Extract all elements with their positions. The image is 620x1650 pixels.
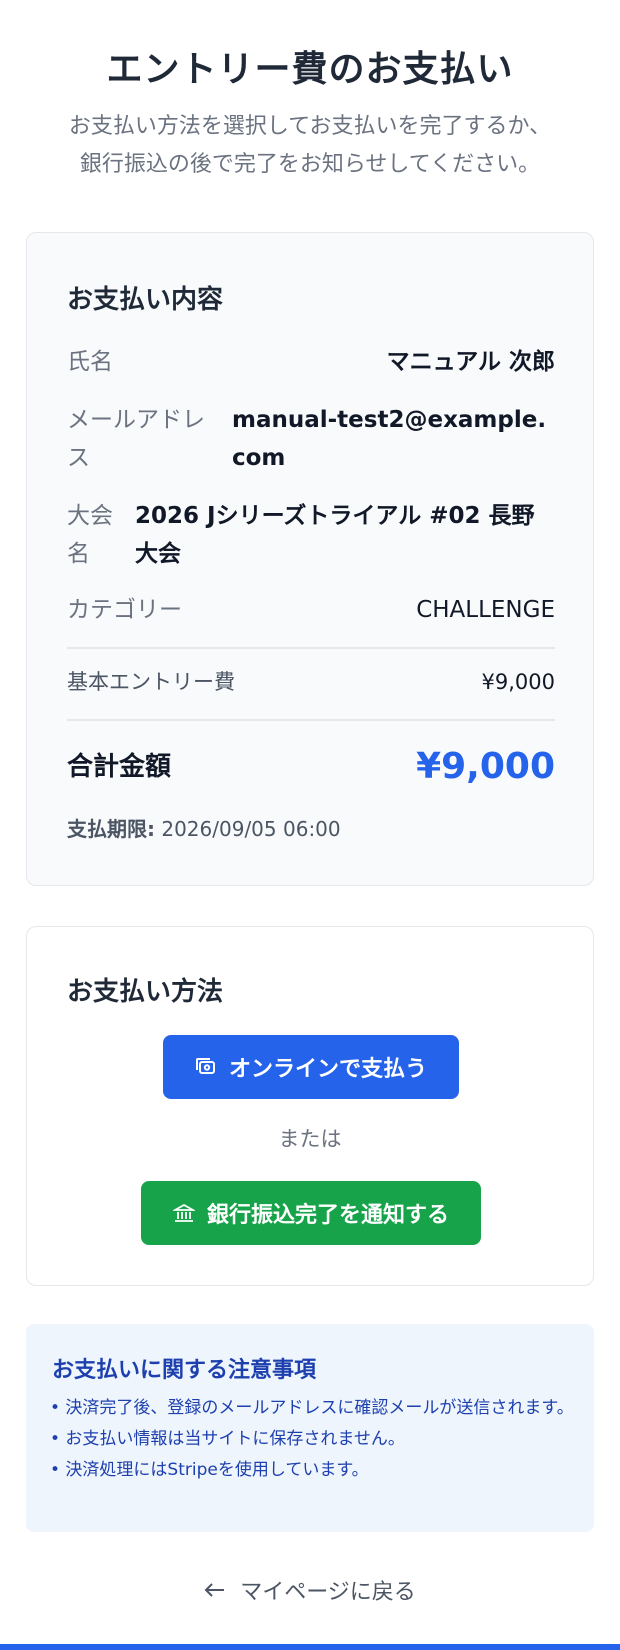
category-value: CHALLENGE: [416, 597, 555, 623]
page-title: エントリー費のお支払い: [106, 49, 514, 90]
bank-icon: [172, 1202, 195, 1224]
notice-item: • 決済処理にはStripeを使用しています。: [50, 1460, 369, 1480]
email-row: メールアドレス manual-test2@example.com: [67, 401, 555, 481]
arrow-left-icon: [204, 1582, 226, 1598]
category-row: カテゴリー CHALLENGE: [67, 591, 555, 631]
name-row: 氏名 マニュアル 次郎: [67, 343, 555, 383]
payment-method-card: お支払い方法 オンラインで支払う または 銀行振込完了を通知する: [26, 926, 594, 1286]
page-subtitle: お支払い方法を選択してお支払いを完了するか、 銀行振込の後で完了をお知らせしてく…: [20, 108, 600, 184]
name-label: 氏名: [67, 349, 113, 375]
back-link-label: マイページに戻る: [240, 1580, 416, 1605]
email-label: メールアドレス: [67, 407, 205, 471]
payment-summary-card: お支払い内容 氏名 マニュアル 次郎 メールアドレス manual-test2@…: [26, 232, 594, 886]
base-fee-row: 基本エントリー費 ¥9,000: [67, 663, 555, 703]
payment-page: エントリー費のお支払い お支払い方法を選択してお支払いを完了するか、 銀行振込の…: [0, 0, 620, 1650]
total-amount: ¥9,000: [416, 746, 555, 787]
notice-item: • 決済完了後、登録のメールアドレスに確認メールが送信されます。: [50, 1398, 574, 1418]
subtitle-line-2: 銀行振込の後で完了をお知らせしてください。: [79, 152, 541, 177]
notice-list: • 決済完了後、登録のメールアドレスに確認メールが送信されます。 • お支払い情…: [50, 1394, 580, 1487]
deadline-row: 支払期限: 2026/09/05 06:00: [67, 811, 555, 847]
base-fee-label: 基本エントリー費: [67, 670, 235, 694]
base-fee-value: ¥9,000: [481, 670, 555, 694]
deadline-label: 支払期限:: [67, 817, 155, 841]
back-to-mypage-link[interactable]: マイページに戻る: [0, 1574, 620, 1606]
payment-method-heading: お支払い方法: [67, 977, 224, 1007]
deadline-value: 2026/09/05 06:00: [161, 817, 341, 841]
email-value: manual-test2@example.com: [232, 407, 547, 471]
pay-online-button[interactable]: オンラインで支払う: [163, 1035, 459, 1099]
bank-transfer-notify-button[interactable]: 銀行振込完了を通知する: [141, 1181, 481, 1245]
category-label: カテゴリー: [67, 597, 182, 623]
summary-divider: [67, 647, 555, 649]
credit-card-icon: [195, 1057, 217, 1077]
event-row: 大会名 2026 Jシリーズトライアル #02 長野大会: [67, 497, 555, 577]
bottom-accent-bar: [0, 1644, 620, 1650]
event-label: 大会名: [67, 503, 113, 567]
name-value: マニュアル 次郎: [386, 349, 555, 375]
bank-transfer-label: 銀行振込完了を通知する: [206, 1202, 449, 1227]
notice-title: お支払いに関する注意事項: [52, 1358, 317, 1383]
pay-online-label: オンラインで支払う: [228, 1056, 427, 1081]
or-separator: または: [278, 1127, 342, 1151]
total-row: 合計金額 ¥9,000: [67, 741, 555, 801]
payment-notice-box: お支払いに関する注意事項 • 決済完了後、登録のメールアドレスに確認メールが送信…: [26, 1324, 594, 1532]
total-label: 合計金額: [67, 752, 172, 782]
summary-heading: お支払い内容: [67, 285, 224, 315]
event-value: 2026 Jシリーズトライアル #02 長野大会: [135, 503, 535, 567]
subtitle-line-1: お支払い方法を選択してお支払いを完了するか、: [68, 114, 552, 139]
summary-divider: [67, 719, 555, 721]
notice-item: • お支払い情報は当サイトに保存されません。: [50, 1429, 405, 1449]
